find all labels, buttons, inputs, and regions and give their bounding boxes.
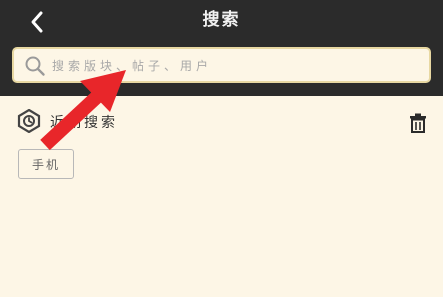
page-title: 搜索 [202, 9, 241, 30]
search-input[interactable] [50, 53, 424, 79]
recent-search-label: 近期搜索 [50, 115, 118, 131]
search-box[interactable] [12, 47, 431, 83]
search-bar-area [0, 34, 443, 96]
search-icon [25, 56, 45, 76]
history-item-chip[interactable]: 手机 [18, 149, 74, 179]
trash-icon[interactable] [408, 113, 428, 133]
recent-search-header: 近期搜索 [0, 104, 443, 140]
history-icon [17, 109, 41, 133]
